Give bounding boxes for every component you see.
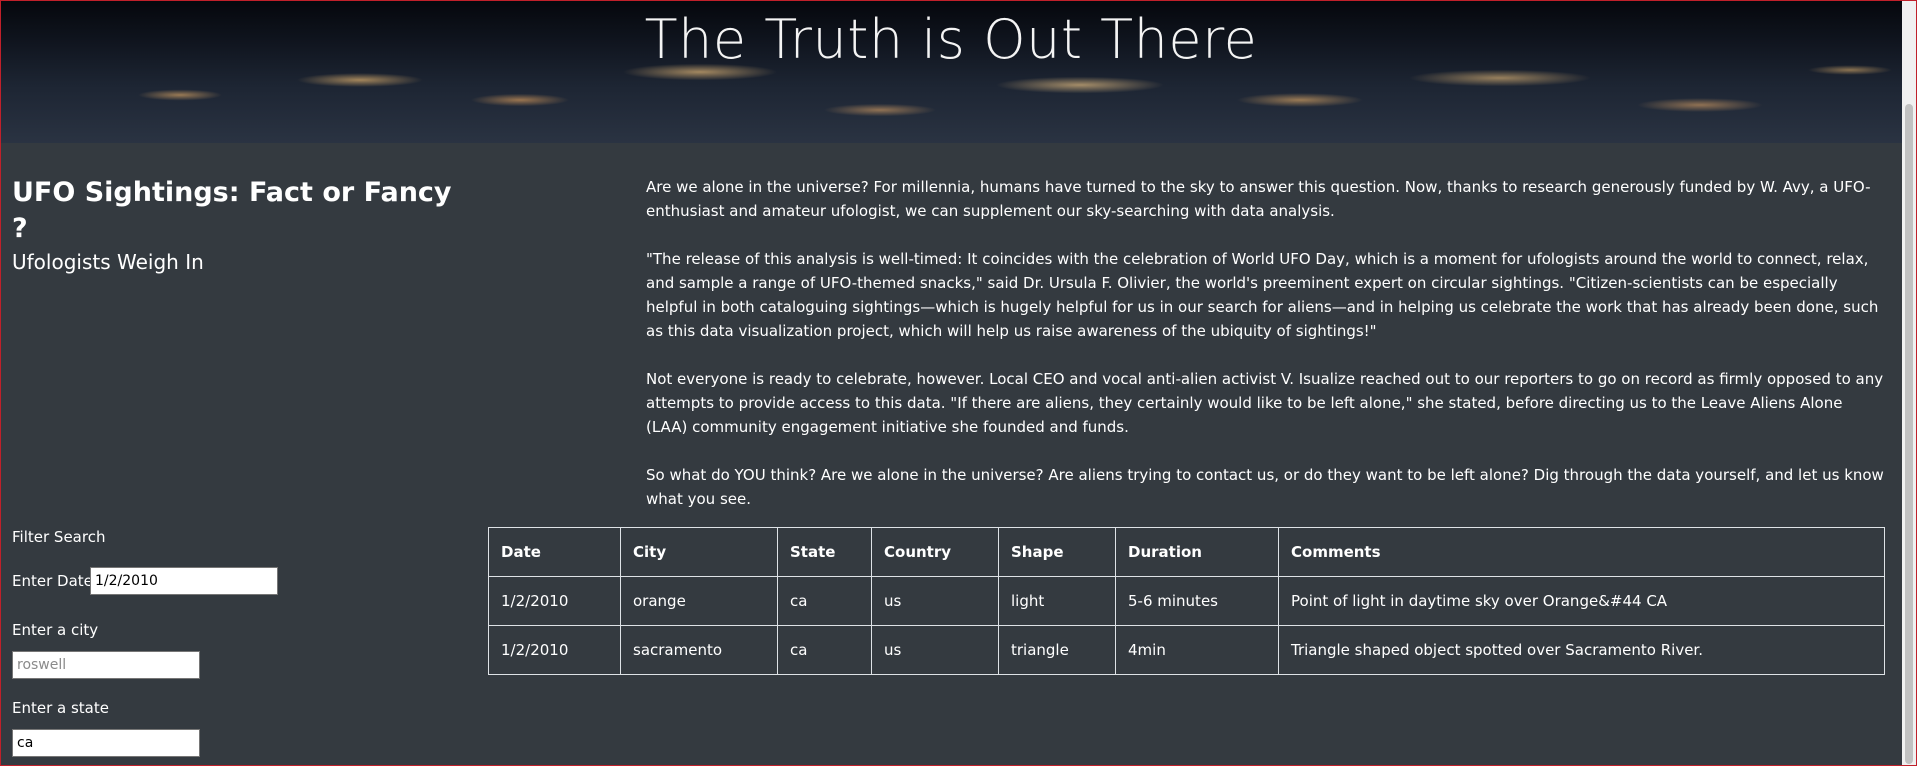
column-header-city: City [620, 527, 778, 577]
article-paragraph: Are we alone in the universe? For millen… [646, 178, 1871, 220]
cell-comments: Point of light in daytime sky over Orang… [1278, 576, 1885, 626]
hero-banner: The Truth is Out There [0, 0, 1902, 143]
city-input[interactable] [12, 651, 200, 679]
column-header-shape: Shape [998, 527, 1116, 577]
cell-date: 1/2/2010 [488, 625, 621, 675]
scrollbar-thumb[interactable] [1905, 104, 1913, 764]
cell-date: 1/2/2010 [488, 576, 621, 626]
cell-shape: light [998, 576, 1116, 626]
column-header-duration: Duration [1115, 527, 1279, 577]
cell-shape: triangle [998, 625, 1116, 675]
cell-state: ca [777, 625, 872, 675]
table-row: 1/2/2010 orange ca us light 5-6 minutes … [488, 576, 1885, 626]
state-label: Enter a state [12, 699, 109, 717]
date-label: Enter Date [12, 572, 93, 590]
table-row: 1/2/2010 sacramento ca us triangle 4min … [488, 625, 1885, 675]
article-paragraph: So what do YOU think? Are we alone in th… [646, 466, 1884, 508]
cell-country: us [871, 625, 999, 675]
page-title: UFO Sightings: Fact or Fancy ? [12, 177, 452, 244]
vertical-scrollbar[interactable] [1902, 0, 1916, 765]
column-header-state: State [777, 527, 872, 577]
cell-state: ca [777, 576, 872, 626]
cell-city: sacramento [620, 625, 778, 675]
table-header-row: Date City State Country Shape Duration C… [488, 527, 1885, 577]
cell-city: orange [620, 576, 778, 626]
filter-title: Filter Search [12, 528, 106, 546]
column-header-comments: Comments [1278, 527, 1885, 577]
article-paragraph: "The release of this analysis is well-ti… [646, 250, 1879, 340]
ufo-table: Date City State Country Shape Duration C… [488, 527, 1885, 675]
cell-duration: 5-6 minutes [1115, 576, 1279, 626]
cell-comments: Triangle shaped object spotted over Sacr… [1278, 625, 1885, 675]
hero-title: The Truth is Out There [644, 8, 1258, 71]
cell-country: us [871, 576, 999, 626]
cell-duration: 4min [1115, 625, 1279, 675]
state-input[interactable] [12, 729, 200, 757]
column-header-date: Date [488, 527, 621, 577]
article-text: Are we alone in the universe? For millen… [646, 175, 1886, 535]
page-subtitle: Ufologists Weigh In [12, 250, 204, 274]
city-label: Enter a city [12, 621, 99, 639]
date-input[interactable] [90, 567, 278, 595]
column-header-country: Country [871, 527, 999, 577]
article-paragraph: Not everyone is ready to celebrate, howe… [646, 370, 1884, 436]
page-heading-block: UFO Sightings: Fact or Fancy ? Ufologist… [12, 175, 472, 277]
